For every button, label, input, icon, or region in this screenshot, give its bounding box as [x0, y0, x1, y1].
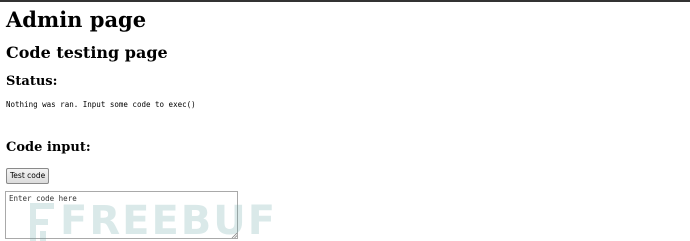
resize-handle-icon[interactable] — [231, 232, 237, 238]
code-input-heading: Code input: — [6, 140, 91, 155]
code-textarea[interactable] — [5, 191, 238, 239]
test-code-button[interactable]: Test code — [6, 168, 50, 184]
status-heading: Status: — [6, 74, 58, 89]
page-subtitle: Code testing page — [6, 43, 168, 62]
status-message: Nothing was ran. Input some code to exec… — [6, 100, 196, 109]
page-title: Admin page — [6, 7, 147, 32]
